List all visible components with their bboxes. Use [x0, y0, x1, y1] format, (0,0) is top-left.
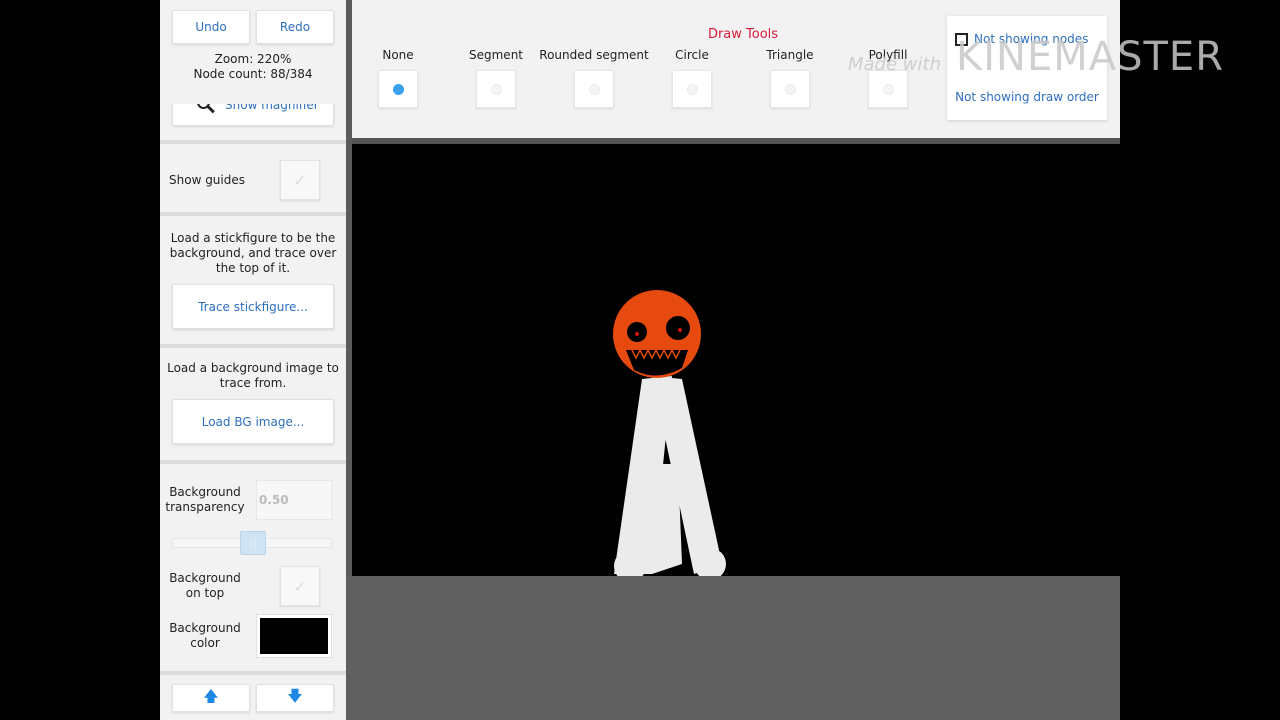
radio-dot	[392, 83, 404, 95]
tool-label-none: None	[382, 48, 414, 62]
left-pupil	[635, 332, 639, 336]
right-pupil	[678, 328, 682, 332]
tool-radio-polyfill[interactable]	[868, 70, 908, 108]
tool-label-triangle: Triangle	[766, 48, 814, 62]
bg-on-top-label: Background on top	[169, 571, 241, 600]
checkmark-icon: ✓	[293, 170, 307, 190]
node-count: Node count: 88/384	[193, 67, 313, 81]
bg-color-label: Background color	[169, 621, 241, 650]
radio-dot	[882, 83, 894, 95]
magnifier-icon-handle	[207, 105, 215, 114]
tool-radio-circle[interactable]	[672, 70, 712, 108]
radio-dot	[490, 83, 502, 95]
draw-tools-title: Draw Tools	[707, 27, 779, 42]
stickfigure-head[interactable]	[613, 290, 701, 378]
bg-on-top-checkbox[interactable]: ✓	[280, 566, 320, 606]
tool-label-rounded-segment: Rounded segment	[539, 48, 649, 62]
tool-radio-none[interactable]	[378, 70, 418, 108]
radio-dot	[686, 83, 698, 95]
tool-radio-segment[interactable]	[476, 70, 516, 108]
tool-label-polyfill: Polyfill	[868, 48, 908, 62]
stickfigure-canvas[interactable]	[352, 144, 1120, 582]
floor-area	[346, 576, 1120, 720]
show-guides-label: Show guides	[169, 173, 246, 187]
radio-dot	[588, 83, 600, 95]
checkmark-icon: ✓	[293, 576, 307, 596]
drawing-canvas[interactable]	[352, 144, 1120, 582]
undo-button[interactable]: Undo	[172, 10, 250, 44]
divider	[160, 671, 346, 675]
redo-button[interactable]: Redo	[256, 10, 334, 44]
bg-color-picker[interactable]	[256, 614, 332, 658]
show-draw-order-toggle[interactable]: Not showing draw order	[947, 90, 1107, 104]
move-down-button[interactable]: 🡇	[256, 684, 334, 712]
load-bg-image-button[interactable]: Load BG image...	[172, 399, 334, 444]
bg-color-swatch	[260, 618, 328, 654]
show-nodes-toggle[interactable]: Not showing nodes	[955, 32, 1088, 46]
panel-overlap	[160, 88, 346, 104]
bg-transparency-input[interactable]: 0.50	[256, 480, 332, 520]
slider-thumb[interactable]: |||	[240, 531, 266, 555]
tool-radio-triangle[interactable]	[770, 70, 810, 108]
tool-label-segment: Segment	[469, 48, 523, 62]
display-options-card: Not showing nodes Not showing draw order	[947, 16, 1107, 120]
show-guides-checkbox[interactable]: ✓	[280, 160, 320, 200]
divider	[160, 460, 346, 464]
arrow-down-icon: 🡇	[287, 686, 303, 705]
leg-inner[interactable]	[648, 464, 682, 574]
divider	[160, 140, 346, 144]
arrow-up-icon: 🡅	[203, 686, 219, 705]
left-panel: Undo Redo Zoom: 220% Node count: 88/384 …	[160, 0, 346, 720]
trace-help-text: Load a stickfigure to be the background,…	[169, 231, 337, 275]
move-up-button[interactable]: 🡅	[172, 684, 250, 712]
tool-radio-rounded-segment[interactable]	[574, 70, 614, 108]
stickfigure-body[interactable]	[614, 376, 726, 582]
draw-tools-toolbar: Draw Tools None Segment Rounded segment …	[352, 0, 1120, 138]
radio-dot	[784, 83, 796, 95]
tool-label-circle: Circle	[675, 48, 709, 62]
divider	[160, 212, 346, 216]
divider	[160, 344, 346, 348]
show-nodes-label: Not showing nodes	[974, 32, 1089, 46]
right-eye	[666, 316, 690, 340]
bg-transparency-slider[interactable]: |||	[172, 531, 332, 555]
bg-help-text: Load a background image to trace from.	[167, 361, 339, 390]
bg-transparency-label: Background transparency	[165, 485, 245, 514]
checkbox-icon	[955, 32, 968, 46]
zoom-level: Zoom: 220%	[214, 52, 292, 66]
app-window: Undo Redo Zoom: 220% Node count: 88/384 …	[0, 0, 1280, 720]
trace-stickfigure-button[interactable]: Trace stickfigure...	[172, 284, 334, 329]
